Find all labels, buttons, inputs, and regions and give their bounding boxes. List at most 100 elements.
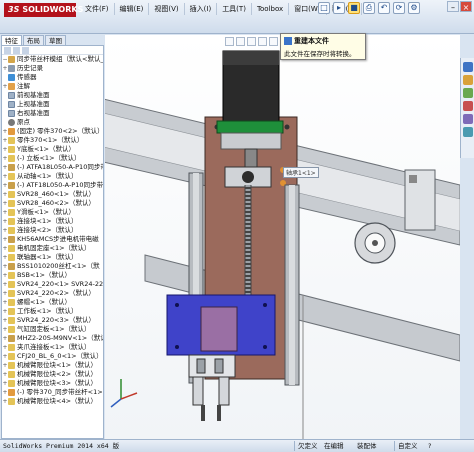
view-palette-icon[interactable]: [462, 101, 473, 111]
rebuild-tooltip-icon: [284, 37, 292, 45]
tree-item[interactable]: + 机械臂限位块<4>（默认）: [2, 397, 103, 406]
tree-item-label: (-) ATF18L050-A-P10同步带轮: [17, 181, 103, 189]
tree-item[interactable]: + (固定) 零件370<2>（默认）: [2, 127, 103, 136]
tree-item[interactable]: 右视基准面: [2, 109, 103, 118]
custom-properties-icon[interactable]: [462, 127, 473, 137]
minimize-icon[interactable]: –: [447, 1, 459, 12]
open-file-icon[interactable]: ▸: [333, 2, 345, 14]
tree-item[interactable]: + BSB<1>（默认）: [2, 271, 103, 280]
file-explorer-icon[interactable]: [462, 88, 473, 98]
tree-item[interactable]: + SVR24_220<3>（默认）: [2, 316, 103, 325]
bracket-hole: [409, 175, 417, 183]
tree-item[interactable]: + 机械臂限位块<2>（默认）: [2, 370, 103, 379]
gripper-body[interactable]: [188, 354, 236, 378]
tree-item[interactable]: −同步带丝杆模组（默认<默认_显示状态-1>）: [2, 55, 103, 64]
menu-file[interactable]: 文件(F): [80, 3, 115, 15]
tree-item[interactable]: + 气缸固定板<1>（默认）: [2, 325, 103, 334]
tree-item[interactable]: 上视基准面: [2, 100, 103, 109]
solidworks-logo[interactable]: 3S SOLIDWORKS: [4, 3, 83, 17]
tree-item[interactable]: + 机械臂限位块<1>（默认）: [2, 361, 103, 370]
tree-item[interactable]: + KH56AMCS步进电机带电磁: [2, 235, 103, 244]
part-icon: [8, 137, 15, 144]
menu-toolbox[interactable]: Toolbox: [252, 3, 290, 15]
print-icon[interactable]: ⎙: [363, 2, 375, 14]
section-view-icon[interactable]: [247, 37, 256, 46]
tree-item[interactable]: + 连接块<1>（默认）: [2, 217, 103, 226]
new-file-icon[interactable]: □: [318, 2, 330, 14]
tree-item-label: BSS1010200丝杠<1>（默: [17, 262, 100, 270]
gripper-finger-right[interactable]: [218, 376, 230, 406]
display-style-icon[interactable]: [269, 37, 278, 46]
tree-item[interactable]: + (-) ATF18L050-A-P10同步带轮: [2, 181, 103, 190]
tree-item-label: (-) 立板<1>（默认）: [17, 154, 81, 162]
tree-item[interactable]: + 历史记录: [2, 64, 103, 73]
gripper-finger-left[interactable]: [192, 376, 204, 406]
tree-item[interactable]: + Y底板<1>（默认）: [2, 145, 103, 154]
part-icon: [8, 245, 15, 252]
tree-item[interactable]: + 工作板<1>（默认）: [2, 307, 103, 316]
tree-item[interactable]: + 联轴器<1>（默认）: [2, 253, 103, 262]
save-icon[interactable]: ■: [348, 2, 360, 14]
design-library-icon[interactable]: [462, 75, 473, 85]
tree-item[interactable]: + CFJ20_BL_6_0<1>（默认）: [2, 352, 103, 361]
tree-item[interactable]: + (-) 零件370_同步带丝杆<1>: [2, 388, 103, 397]
tree-item[interactable]: +(-) ATFA18L050-A-P10同步带轮: [2, 163, 103, 172]
asm-icon: [8, 128, 15, 135]
sub-icon: [8, 164, 15, 171]
status-version: SolidWorks Premium 2014 x64 版: [3, 442, 120, 450]
options-icon[interactable]: ⚙: [408, 2, 420, 14]
undo-icon[interactable]: ↶: [378, 2, 390, 14]
tree-item[interactable]: + 注解: [2, 82, 103, 91]
resources-icon[interactable]: [462, 62, 473, 72]
graphics-viewport[interactable]: 轴承1<1>: [105, 35, 460, 439]
tree-item[interactable]: 原点: [2, 118, 103, 127]
tree-item[interactable]: + SVR28_460<2>（默认）: [2, 199, 103, 208]
tree-item[interactable]: + 从动轴<1>（默认）: [2, 172, 103, 181]
tree-item-label: 连接块<2>（默认）: [17, 226, 78, 234]
zoom-area-icon[interactable]: [236, 37, 245, 46]
tree-item-label: 原点: [17, 118, 30, 126]
filter-icon[interactable]: [4, 47, 11, 54]
rebuild-icon[interactable]: ⟳: [393, 2, 405, 14]
nut-bracket[interactable]: [200, 306, 238, 352]
tree-item[interactable]: + 夹爪连接板<1>（默认）: [2, 343, 103, 352]
view-orientation-icon[interactable]: [258, 37, 267, 46]
tree-item[interactable]: + BSS1010200丝杠<1>（默: [2, 262, 103, 271]
menu-view[interactable]: 视图(V): [149, 3, 185, 15]
close-icon[interactable]: ×: [460, 1, 472, 12]
tree-item[interactable]: + 电机固定座<1>（默认）: [2, 244, 103, 253]
callout-bearing[interactable]: 轴承1<1>: [283, 167, 319, 178]
zoom-fit-icon[interactable]: [225, 37, 234, 46]
tree-item[interactable]: 前视基准面: [2, 91, 103, 100]
menu-edit[interactable]: 编辑(E): [115, 3, 150, 15]
tree-item[interactable]: + Y滑板<1>（默认）: [2, 208, 103, 217]
tab-features[interactable]: 特征: [1, 35, 22, 45]
tree-item[interactable]: + 螺帽<1>（默认）: [2, 298, 103, 307]
assembly-model[interactable]: [105, 35, 460, 439]
tab-layout[interactable]: 布局: [23, 35, 44, 45]
tree-item[interactable]: + SVR24_220<2>（默认）: [2, 289, 103, 298]
config-icon[interactable]: [22, 47, 29, 54]
part-icon: [8, 209, 15, 216]
tree-item[interactable]: + SVR28_460<1>（默认）: [2, 190, 103, 199]
coupling[interactable]: [244, 148, 258, 168]
menu-tools[interactable]: 工具(T): [217, 3, 252, 15]
appearances-icon[interactable]: [462, 114, 473, 124]
tree-item[interactable]: + 机械臂限位块<3>（默认）: [2, 379, 103, 388]
motor-flange[interactable]: [216, 120, 284, 134]
plane-icon: [8, 110, 15, 117]
tab-sketch[interactable]: 草图: [45, 35, 66, 45]
status-definition: 欠定义: [298, 442, 318, 450]
motor-mount[interactable]: [220, 132, 282, 150]
help-icon[interactable]: ?: [428, 440, 431, 452]
menu-insert[interactable]: 插入(I): [185, 3, 218, 15]
tree-item[interactable]: + SVR24_220<1> SVR24-220: [2, 280, 103, 289]
status-custom-units[interactable]: 自定义: [398, 440, 418, 452]
tree-item[interactable]: + 连接块<2>（默认）: [2, 226, 103, 235]
tree-item[interactable]: + 零件370<1>（默认）: [2, 136, 103, 145]
tree-item-label: 机械臂限位块<4>（默认）: [17, 397, 98, 405]
tree-item[interactable]: + (-) 立板<1>（默认）: [2, 154, 103, 163]
property-icon[interactable]: [13, 47, 20, 54]
tree-item[interactable]: 传感器: [2, 73, 103, 82]
tree-item[interactable]: + MHZ2-20S-M9NV<1>（默认: [2, 334, 103, 343]
